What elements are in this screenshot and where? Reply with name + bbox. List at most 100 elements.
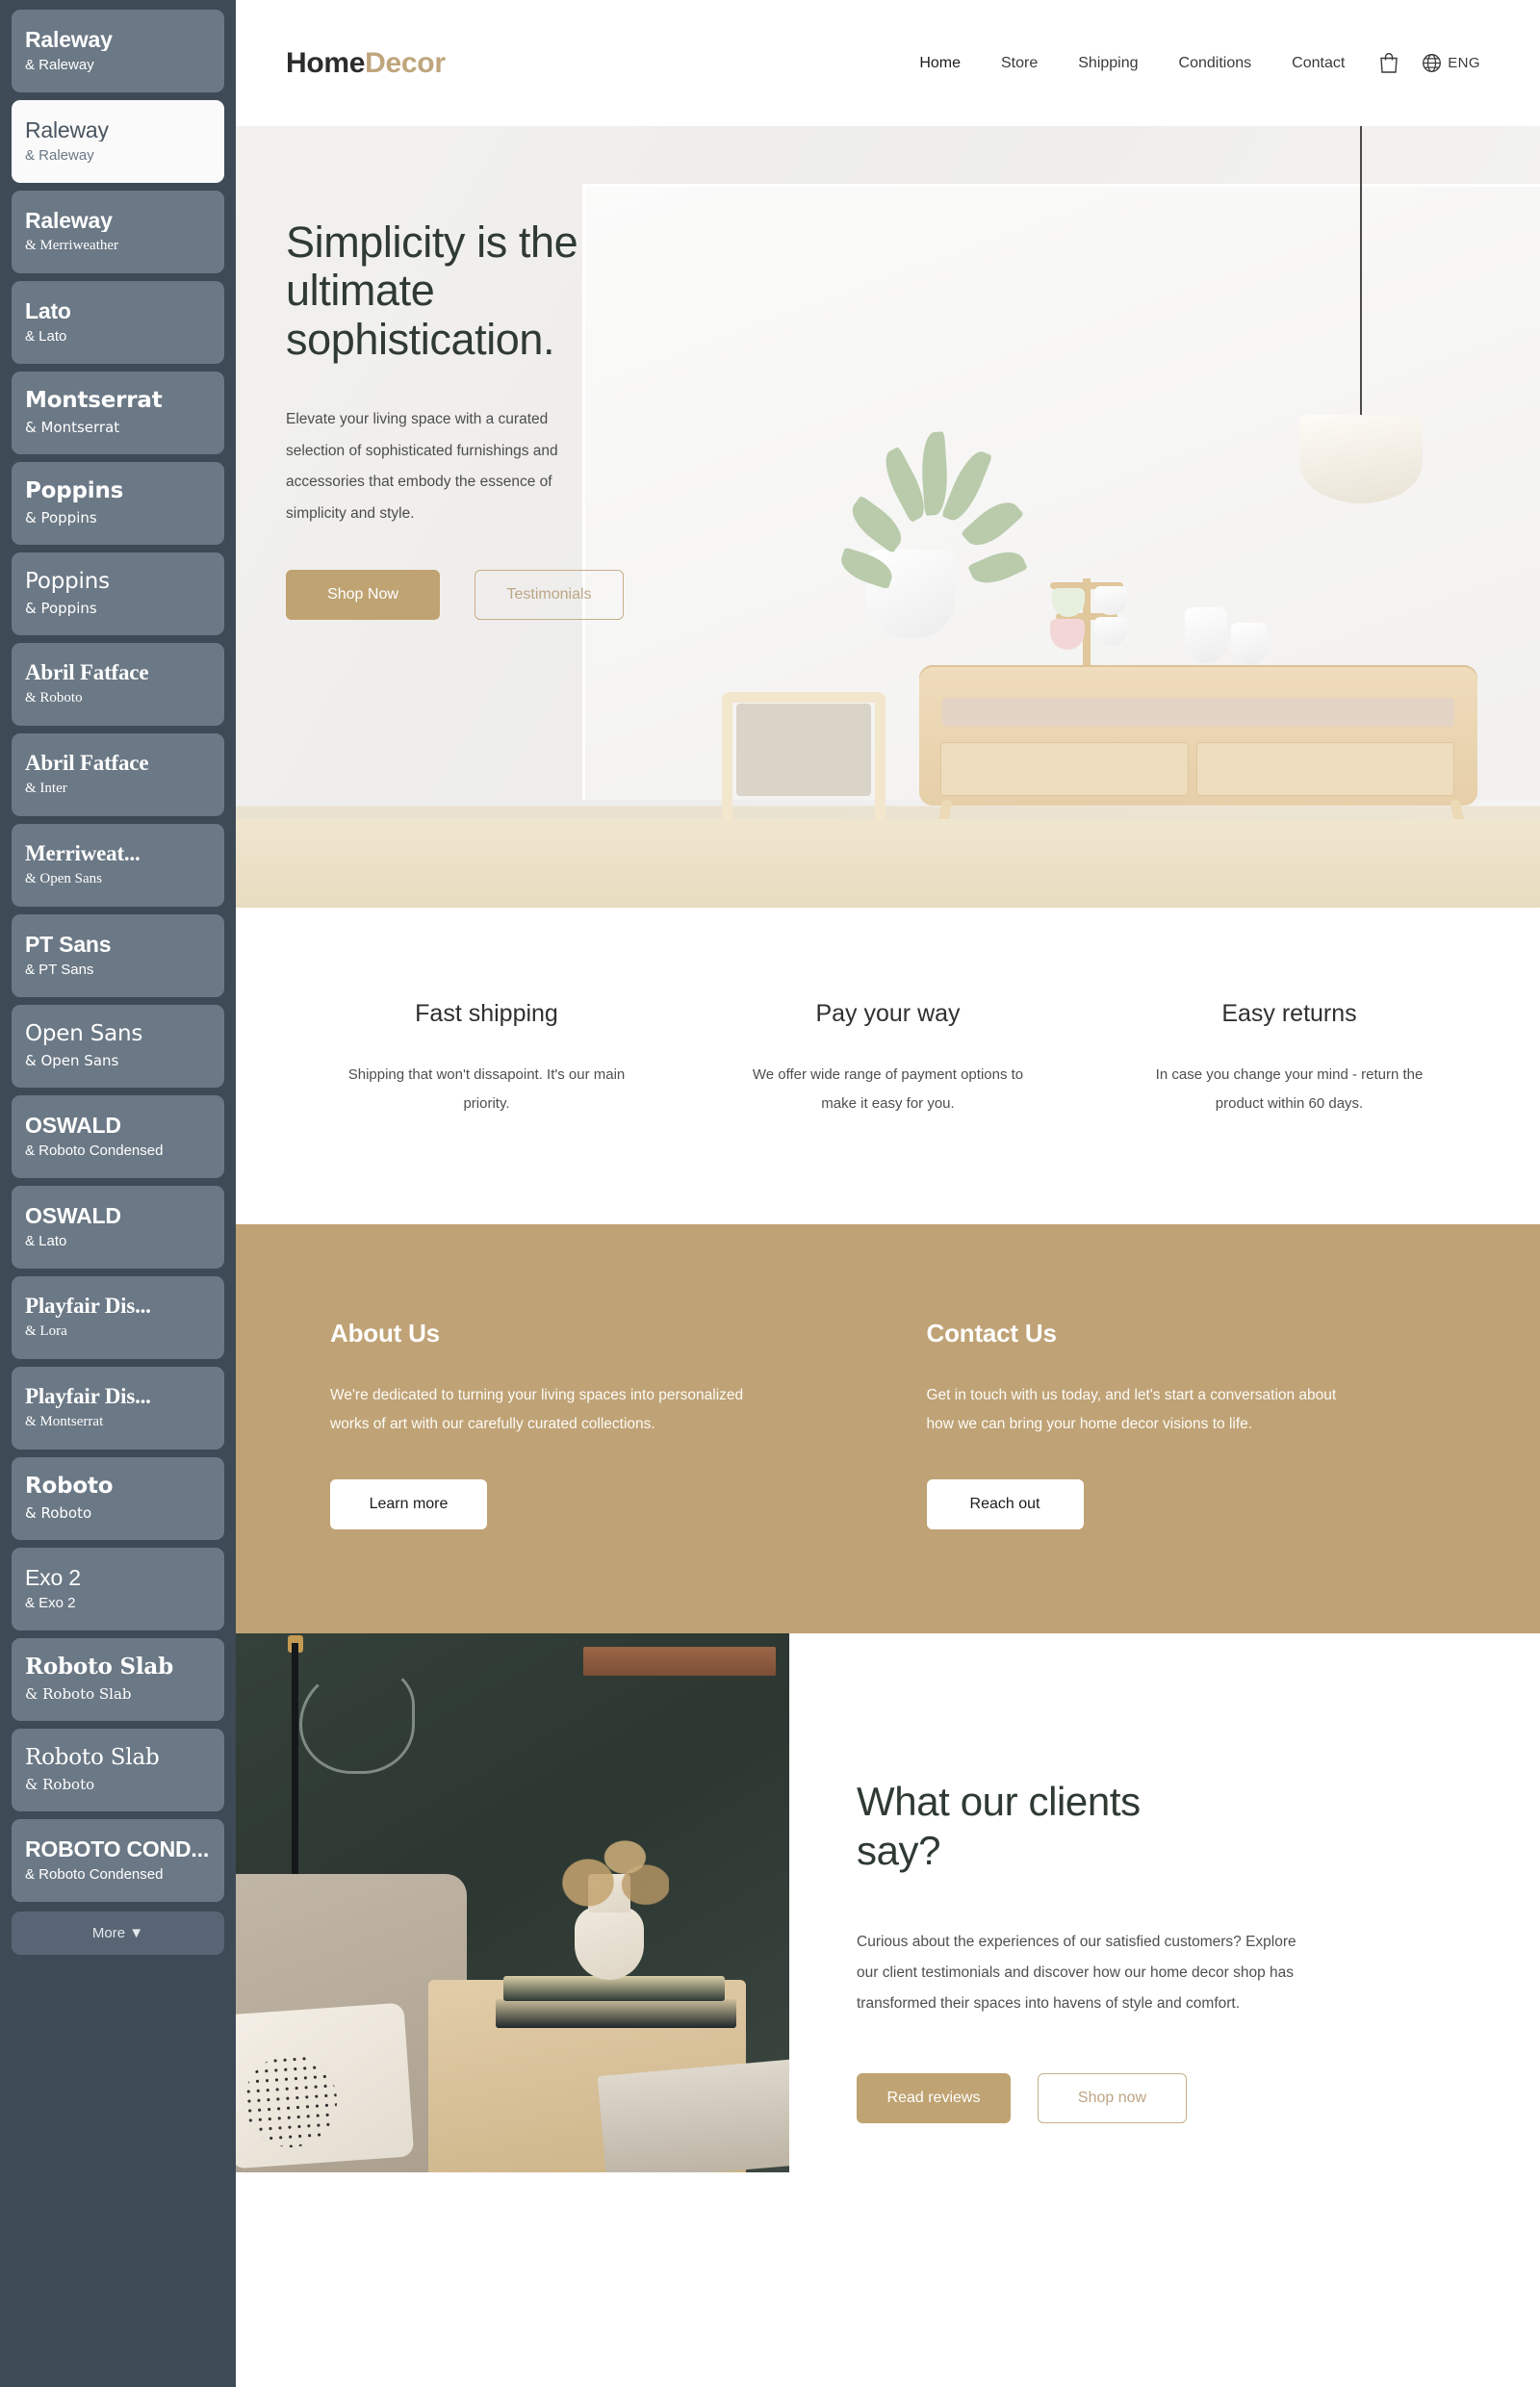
font-pair-sidebar: Raleway & Raleway Raleway & Raleway Raleway &…	[0, 0, 236, 2387]
contact-block: Contact Us Get in touch with us today, a…	[926, 1319, 1447, 1530]
font-pair-title: Roboto Slab	[25, 1656, 173, 1680]
ceramic-vase	[575, 1874, 644, 1981]
hero-buttons: Shop Now Testimonials	[286, 570, 1540, 621]
cart-button[interactable]	[1379, 52, 1399, 74]
about-block: About Us We're dedicated to turning your…	[330, 1319, 850, 1530]
font-pair-title: Open Sans	[25, 1022, 143, 1046]
feature-title: Easy returns	[1221, 1000, 1357, 1027]
font-pair-card[interactable]: Poppins & Poppins	[12, 462, 224, 545]
font-pair-title: Roboto	[25, 1475, 114, 1499]
app-root: Raleway & Raleway Raleway & Raleway Raleway &…	[0, 0, 1540, 2387]
feature-title: Fast shipping	[415, 1000, 558, 1027]
font-pair-subtitle: & Merriweather	[25, 238, 119, 254]
font-pair-subtitle: & Raleway	[25, 147, 94, 165]
font-pair-title: ROBOTO COND...	[25, 1836, 210, 1861]
font-pair-subtitle: & Exo 2	[25, 1595, 76, 1612]
reach-out-button[interactable]: Reach out	[926, 1479, 1084, 1530]
font-pair-subtitle: & Inter	[25, 781, 67, 797]
testimonials-section: What our clients say? Curious about the …	[236, 1633, 1540, 2173]
font-pair-title: Poppins	[25, 570, 110, 594]
features-section: Fast shipping Shipping that won't dissapo…	[236, 908, 1540, 1224]
font-pair-title: OSWALD	[25, 1203, 121, 1228]
feature-description: Shipping that won't dissapoint. It's our…	[347, 1066, 626, 1112]
nav-link-store[interactable]: Store	[1001, 55, 1038, 72]
font-pair-card[interactable]: Roboto Slab & Roboto	[12, 1729, 224, 1811]
logo-text-primary: Home	[286, 46, 366, 79]
font-pair-title: Abril Fatface	[25, 660, 149, 684]
font-pair-subtitle: & Roboto	[25, 1503, 92, 1522]
feature-title: Pay your way	[815, 1000, 961, 1027]
testimonials-buttons: Read reviews Shop now	[857, 2072, 1473, 2123]
font-pair-title: Abril Fatface	[25, 751, 149, 775]
font-pair-title: Merriweat...	[25, 841, 141, 865]
font-pair-title: Exo 2	[25, 1565, 81, 1590]
font-pair-card[interactable]: Raleway & Raleway	[12, 100, 224, 183]
font-pair-title: Raleway	[25, 27, 113, 52]
header-icons: ENG	[1379, 52, 1480, 74]
font-pair-card[interactable]: Raleway & Merriweather	[12, 191, 224, 273]
feature-card: Easy returns In case you change your mind…	[1089, 1000, 1490, 1118]
testimonials-heading: What our clients say?	[857, 1779, 1141, 1873]
lamp-cord	[299, 1666, 415, 1775]
nav-link-contact[interactable]: Contact	[1292, 55, 1345, 72]
font-pair-title: Raleway	[25, 117, 109, 142]
hero-heading: Simplicity is the ultimate sophisticatio…	[286, 218, 578, 364]
hero-paragraph: Elevate your living space with a curated…	[286, 411, 558, 522]
font-pair-card[interactable]: Roboto & Roboto	[12, 1457, 224, 1540]
about-title: About Us	[330, 1319, 440, 1348]
font-pair-card[interactable]: ROBOTO COND... & Roboto Condensed	[12, 1819, 224, 1902]
contact-text: Get in touch with us today, and let's st…	[926, 1387, 1337, 1433]
nav-link-conditions[interactable]: Conditions	[1179, 55, 1252, 72]
font-pair-card[interactable]: Raleway & Raleway	[12, 10, 224, 92]
font-pair-card[interactable]: Exo 2 & Exo 2	[12, 1548, 224, 1630]
feature-card: Pay your way We offer wide range of payme…	[687, 1000, 1089, 1118]
wall-frame	[583, 1647, 776, 1677]
font-pair-card[interactable]: Merriweat... & Open Sans	[12, 824, 224, 907]
font-pair-card[interactable]: Lato & Lato	[12, 281, 224, 364]
font-pair-card[interactable]: PT Sans & PT Sans	[12, 914, 224, 997]
feature-card: Fast shipping Shipping that won't dissapo…	[286, 1000, 687, 1118]
font-pair-title: Montserrat	[25, 389, 163, 413]
font-pair-subtitle: & Roboto Condensed	[25, 1142, 164, 1160]
font-pair-card[interactable]: Roboto Slab & Roboto Slab	[12, 1638, 224, 1721]
shop-now-button[interactable]: Shop Now	[286, 570, 440, 621]
font-pair-card[interactable]: Open Sans & Open Sans	[12, 1005, 224, 1088]
font-pair-title: Raleway	[25, 208, 113, 233]
open-book	[597, 2057, 789, 2173]
font-pair-subtitle: & Montserrat	[25, 1414, 104, 1430]
font-pair-subtitle: & Raleway	[25, 57, 94, 74]
font-pair-card[interactable]: Playfair Dis... & Montserrat	[12, 1367, 224, 1450]
font-pair-subtitle: & Open Sans	[25, 1051, 119, 1069]
feature-description: In case you change your mind - return th…	[1155, 1066, 1424, 1112]
font-pair-card[interactable]: Abril Fatface & Inter	[12, 733, 224, 816]
font-pair-title: Roboto Slab	[25, 1746, 160, 1770]
font-pair-card[interactable]: OSWALD & Roboto Condensed	[12, 1095, 224, 1178]
globe-icon	[1423, 54, 1442, 72]
language-selector[interactable]: ENG	[1422, 53, 1480, 73]
feature-description: We offer wide range of payment options t…	[752, 1066, 1024, 1112]
font-pair-card[interactable]: Playfair Dis... & Lora	[12, 1276, 224, 1359]
font-pair-subtitle: & Roboto	[25, 1775, 95, 1793]
font-pair-card[interactable]: Abril Fatface & Roboto	[12, 643, 224, 726]
dried-flowers	[553, 1809, 669, 1915]
shop-now-secondary-button[interactable]: Shop now	[1038, 2072, 1187, 2123]
font-pair-title: Poppins	[25, 479, 124, 503]
testimonials-button[interactable]: Testimonials	[475, 570, 624, 621]
site-logo[interactable]: HomeDecor	[286, 47, 446, 80]
font-pair-card[interactable]: Montserrat & Montserrat	[12, 372, 224, 454]
logo-text-accent: Decor	[365, 46, 446, 79]
font-pair-card[interactable]: OSWALD & Lato	[12, 1186, 224, 1269]
nav-link-shipping[interactable]: Shipping	[1078, 55, 1138, 72]
testimonials-paragraph: Curious about the experiences of our sat…	[857, 1934, 1296, 2012]
about-text: We're dedicated to turning your living s…	[330, 1387, 744, 1433]
more-button[interactable]: More ▼	[12, 1912, 224, 1955]
testimonials-image	[236, 1633, 789, 2173]
learn-more-button[interactable]: Learn more	[330, 1479, 487, 1530]
nav-link-home[interactable]: Home	[919, 55, 961, 72]
font-pair-subtitle: & Lato	[25, 1233, 67, 1250]
read-reviews-button[interactable]: Read reviews	[857, 2072, 1011, 2123]
font-pair-title: PT Sans	[25, 932, 112, 957]
shopping-bag-icon	[1380, 53, 1399, 73]
font-pair-card[interactable]: Poppins & Poppins	[12, 552, 224, 635]
font-pair-subtitle: & Roboto	[25, 690, 83, 706]
